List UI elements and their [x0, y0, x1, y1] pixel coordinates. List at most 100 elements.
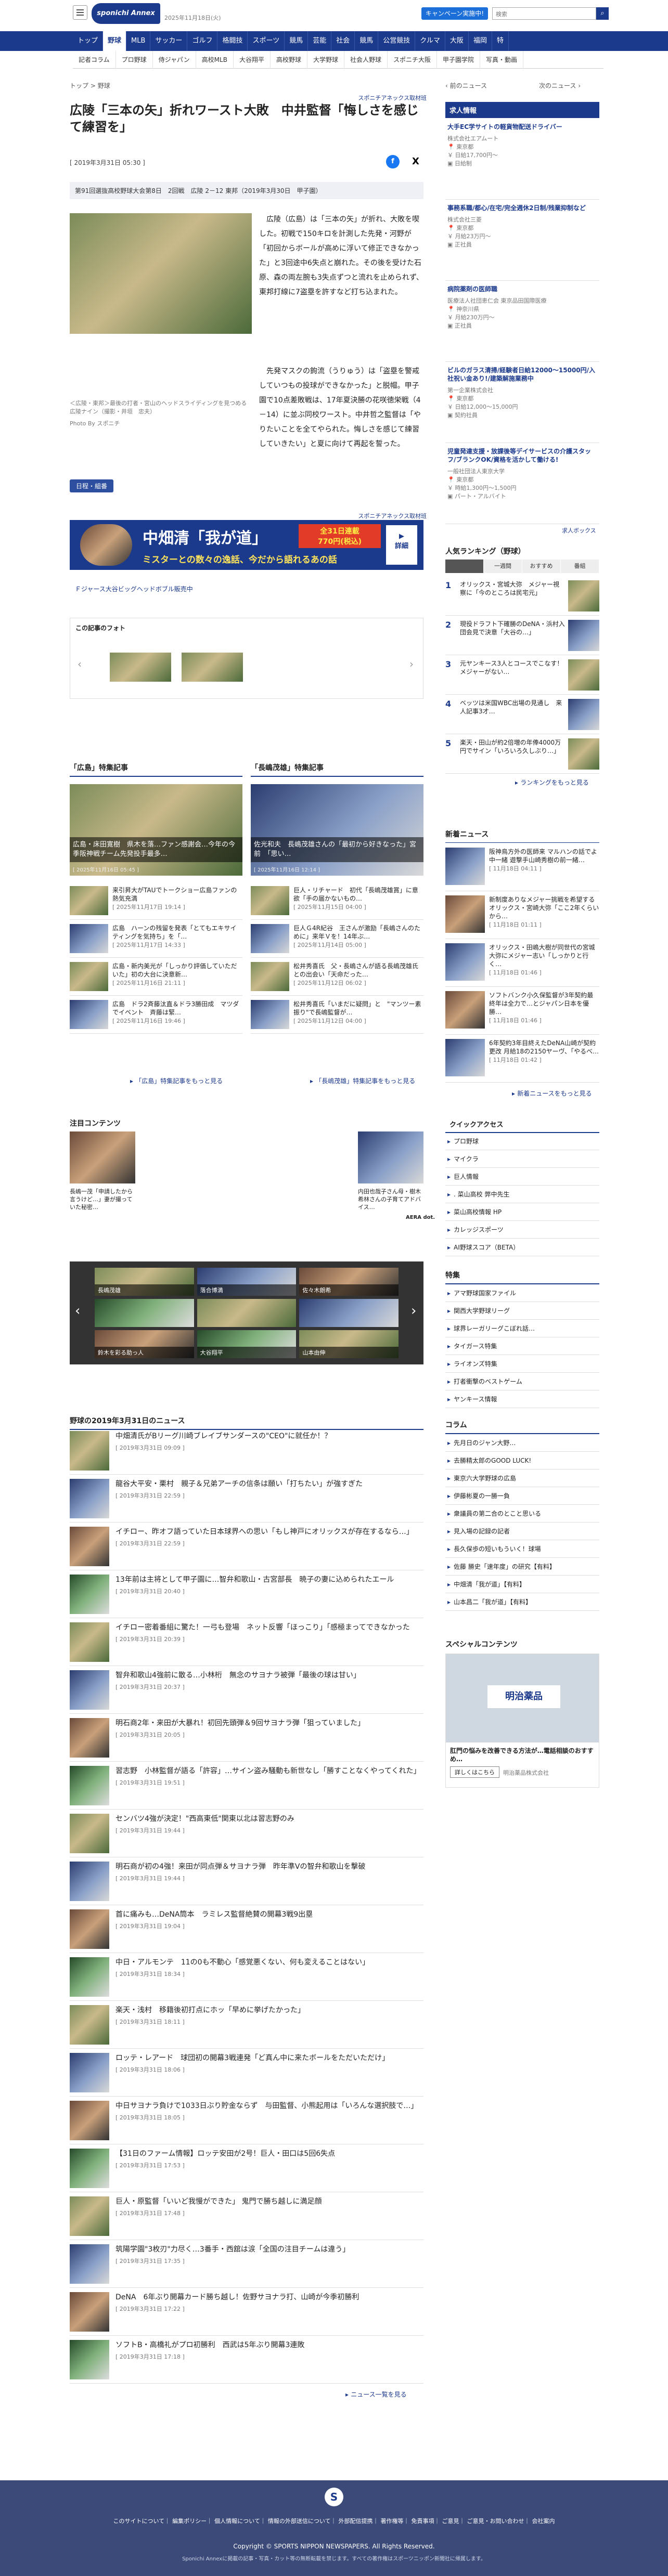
slider-card[interactable] — [197, 1299, 297, 1327]
ranking-tab-3[interactable]: 番組 — [561, 560, 599, 573]
special-ad[interactable]: 明治薬品 肛門の悩みを改善できる方法が…電話相談のおすすめ… 詳しくはこちら 明… — [445, 1654, 599, 1788]
news-item[interactable]: 巨人・原監督「いいど我慢ができた」 鬼門で勝ち越しに満足顔 [ 2019年3月31… — [70, 2192, 423, 2240]
breadcrumb-home[interactable]: トップ — [70, 82, 88, 89]
feature-item[interactable]: ▸ タイガース特集 — [445, 1337, 599, 1355]
slider-card[interactable]: 山本由伸 — [299, 1330, 399, 1358]
article-photo[interactable] — [70, 213, 252, 334]
news-item[interactable]: イチロー密着番組に驚た！一弓も登場 ネット反響「ほっこり」「感極まってできなかっ… — [70, 1618, 423, 1666]
footer-link[interactable]: 免責事項｜ — [412, 2517, 440, 2525]
feature-item[interactable]: ▸ アマ野球国家ファイル — [445, 1284, 599, 1302]
gallery-thumb-1[interactable] — [110, 653, 171, 682]
news-item[interactable]: 明石商が初の4強！来田が同点弾＆サヨナラ弾 昨年準Vの智弁和歌山を撃破 [ 201… — [70, 1857, 423, 1905]
column-item[interactable]: ▸ 東京六大学野球の広島 — [445, 1469, 599, 1487]
nav-item-11[interactable]: 公営競技 — [378, 31, 416, 51]
chevron-right-icon[interactable]: › — [409, 658, 414, 670]
news-item[interactable]: 【31日のファーム情報】ロッテ安田が2号！巨人・田口は5回6失点 [ 2019年3… — [70, 2144, 423, 2192]
menu-button[interactable] — [73, 5, 87, 20]
job-item[interactable]: 児童発達支援・放課後等デイサービスの介護スタッフ/ブランクOK/資格を活かして働… — [445, 443, 599, 524]
new-news-item[interactable]: オリックス・田嶋大樹が同世代の宮城大弥にメジャー志い「しっかりと行く…[ 11月… — [445, 939, 599, 987]
column-item[interactable]: ▸ 先月日のジャン大野… — [445, 1434, 599, 1452]
attention-left-text[interactable]: 長嶋一茂「申請したから言うけど…」妻が撮っていた秘密… — [70, 1188, 135, 1211]
related-left-more[interactable]: ▸ 「広島」特集記事をもっと見る — [130, 1076, 223, 1085]
column-item[interactable]: ▸ 山本昌二「我が道」【有料】 — [445, 1593, 599, 1611]
new-news-item[interactable]: 阪神鳥方外の医師来 マルハンの話でよ中一緒 遊撃手山崎秀樹の前一緒…[ 11月1… — [445, 843, 599, 891]
nav-item-5[interactable]: 格闘技 — [217, 31, 248, 51]
related-left-item[interactable]: 来引昇大がTAUでトークショー広島ファンの熱気充満 [ 2025年11月17日 1… — [70, 882, 242, 920]
special-button[interactable]: 詳しくはこちら — [450, 1766, 499, 1778]
nav-item-0[interactable]: トップ — [73, 31, 104, 51]
related-left-item[interactable]: 広島 ハーンの残留を発表「とてもエキサイティングを気持ち」を「… [ 2025年1… — [70, 920, 242, 958]
quick-item[interactable]: ▸ 菜山高校情報 HP — [445, 1203, 599, 1221]
prev-news[interactable]: ‹ 前のニュース — [445, 81, 487, 90]
related-right-item[interactable]: 巨人・リチャード 初代「長嶋茂雄賞」に意欲「手の届かないもの… [ 2025年11… — [251, 882, 423, 920]
nav-item-3[interactable]: サッカー — [150, 31, 188, 51]
news-item[interactable]: 首に痛みも…DeNA筒本 ラミレス監督絶賛の開幕3戦9出塁 [ 2019年3月31… — [70, 1905, 423, 1953]
subnav-item-4[interactable]: 大谷翔平 — [234, 51, 271, 69]
footer-link[interactable]: このサイトについて｜ — [113, 2517, 170, 2525]
subnav-item-6[interactable]: 大学野球 — [307, 51, 344, 69]
feature-item[interactable]: ▸ 関西大学野球リーグ — [445, 1302, 599, 1320]
footer-link[interactable]: ご意見・お問い合わせ｜ — [467, 2517, 530, 2525]
column-item[interactable]: ▸ 去勝精太郎のGOOD LUCK! — [445, 1452, 599, 1469]
job-item[interactable]: 事務系職/都心/在宅/完全週休2日制/残業抑制など 株式会社三菱 📍 東京都 ￥ 月給… — [445, 200, 599, 281]
column-item[interactable]: ▸ 衆議員の第二合のとこと思いる — [445, 1505, 599, 1523]
news-item[interactable]: ロッテ・レアード 球団初の開幕3戦連発「ど真ん中に来たボールをただいただけ」 [ … — [70, 2049, 423, 2097]
nav-item-8[interactable]: 芸能 — [308, 31, 332, 51]
nav-item-2[interactable]: MLB — [126, 31, 151, 51]
related-right-main-caption[interactable]: 佐光和夫 長嶋茂雄さんの「最初から好きなった」宮前 「思い… — [251, 837, 423, 862]
tag-schedule[interactable]: 日程・組番 — [70, 479, 114, 492]
column-item[interactable]: ▸ 佐藤 勝史「速年度」の研究【有料】 — [445, 1558, 599, 1576]
footer-link[interactable]: 情報の外部送信について｜ — [268, 2517, 337, 2525]
slider-card[interactable]: 大谷翔平 — [197, 1330, 297, 1358]
feature-item[interactable]: ▸ 球界レーガリーグこぼれ話… — [445, 1320, 599, 1337]
footer-link[interactable]: 外部配信提携｜ — [339, 2517, 379, 2525]
related-left-item[interactable]: 広島・新内美光が「しっかり評価していただいた」初の大台に決意新… [ 2025年1… — [70, 958, 242, 996]
breadcrumb-category[interactable]: 野球 — [98, 82, 110, 89]
news-item[interactable]: ソフトB・高橋礼がプロ初勝利 西武は5年ぶり開幕3連敗 [ 2019年3月31日 … — [70, 2336, 423, 2384]
chevron-left-icon[interactable]: ‹ — [78, 658, 82, 670]
subnav-item-10[interactable]: 写真・動画 — [480, 51, 524, 69]
column-item[interactable]: ▸ 中畑清「我が道」【有料】 — [445, 1576, 599, 1593]
new-news-item[interactable]: ソフトバンク小久保監督が3年契約最終年は全力で…とジャパン日本を優勝…[ 11月… — [445, 987, 599, 1035]
footer-link[interactable]: 著作権等｜ — [381, 2517, 409, 2525]
quick-item[interactable]: ▸. 菜山高校 弊中先生 — [445, 1186, 599, 1203]
footer-link[interactable]: ご意見｜ — [442, 2517, 465, 2525]
subnav-item-1[interactable]: プロ野球 — [116, 51, 153, 69]
nav-item-14[interactable]: 福岡 — [468, 31, 492, 51]
promo-banner[interactable]: 中畑清「我が道」 全31日連載 770円(税込) ミスターとの数々の逸話、今だか… — [70, 520, 423, 570]
news-item[interactable]: 習志野 小林監督が語る「許容」…サイン盗み騒動も新世なし「勝すことなくやってくれ… — [70, 1762, 423, 1810]
subnav-item-9[interactable]: 甲子園学院 — [437, 51, 481, 69]
job-item[interactable]: ビルのガラス清掃/経験者日給12000～15000円/入社祝い金あり!/建築解施… — [445, 362, 599, 443]
news-item[interactable]: 智弁和歌山4強前に散る…小林桁 無念のサヨナラ被弾「最後の球は甘い」 [ 2019… — [70, 1666, 423, 1714]
promo-link[interactable]: Ｆジャース大谷ビッグヘッドボブル販売中 — [75, 584, 193, 593]
related-right-item[interactable]: 巨人Ｇ4R紀谷 王さんが激励「長嶋さんのために」来年Ｖを！14年ぶ… [ 2025… — [251, 920, 423, 958]
feature-item[interactable]: ▸ ライオンズ特集 — [445, 1355, 599, 1373]
new-news-item[interactable]: 新制度ありなメジャー挑戦を希望するオリックス・宮崎大弥「ここ2年くらいから…[ … — [445, 891, 599, 939]
next-news[interactable]: 次のニュース › — [539, 81, 581, 90]
new-news-item[interactable]: 6年契約3年目終えたDeNA山崎が契約更改 月給18の2150ヤーヴ、「やるべ…… — [445, 1035, 599, 1083]
ranking-more[interactable]: ▸ ランキングをもっと見る — [515, 778, 589, 787]
ranking-item[interactable]: 2 現役ドラフト下確勝のDeNA・浜村入団会見で決意「大谷の…」 — [445, 616, 599, 655]
related-left-main-caption[interactable]: 広島・床田寛樹 県木を落…ファン感謝会…今年の今季阪神戦チーム先発投手最多… — [70, 837, 242, 862]
ranking-item[interactable]: 4 ベッツは米国WBC出場の見通し 来人記事3才… — [445, 695, 599, 734]
feature-item[interactable]: ▸ ヤンキース情報 — [445, 1390, 599, 1408]
nav-item-1[interactable]: 野球 — [103, 31, 127, 51]
news-item[interactable]: DeNA 6年ぶり開幕カード勝ち越し！佐野サヨナラ打、山崎が今季初勝利 [ 201… — [70, 2288, 423, 2336]
quick-item[interactable]: ▸ プロ野球 — [445, 1133, 599, 1150]
footer-link[interactable]: 個人情報について｜ — [214, 2517, 266, 2525]
related-right-more[interactable]: ▸ 「長嶋茂雄」特集記事をもっと見る — [310, 1076, 415, 1085]
subnav-item-3[interactable]: 高校MLB — [196, 51, 234, 69]
related-right-item[interactable]: 松井秀喜氏 父・長嶋さんが語る長嶋茂雄氏との出会い「天命だった… [ 2025年1… — [251, 958, 423, 996]
subnav-item-5[interactable]: 高校野球 — [271, 51, 307, 69]
nav-item-13[interactable]: 大阪 — [445, 31, 469, 51]
new-news-more[interactable]: ▸ 新着ニュースをもっと見る — [512, 1089, 592, 1098]
related-right-item[interactable]: 松井秀喜氏「いまだに疑問」と "マンツー素振り"で長嶋監督が… [ 2025年11… — [251, 996, 423, 1034]
ranking-item[interactable]: 3 元ヤンキース3人とコースでこなす！メジャーがない… — [445, 655, 599, 695]
subnav-item-2[interactable]: 侍ジャパン — [153, 51, 196, 69]
ranking-item[interactable]: 5 楽天・田山が約2倍増の年俸4000万円でサイン「いろいろ久しぶり…」 — [445, 734, 599, 774]
slider-card[interactable] — [95, 1299, 194, 1327]
ranking-tab-1[interactable]: 一週間 — [484, 560, 522, 573]
nav-item-7[interactable]: 競馬 — [285, 31, 309, 51]
news-item[interactable]: イチロー、昨オフ語っていた日本球界への思い「もし神戸にオリックスが存在するなら…… — [70, 1523, 423, 1570]
slider-card[interactable] — [299, 1299, 399, 1327]
